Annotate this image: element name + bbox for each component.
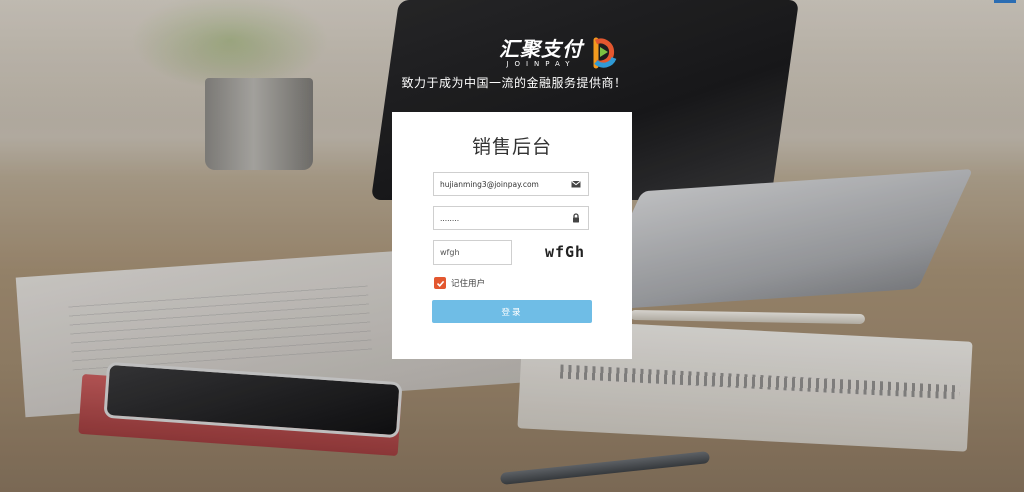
login-button[interactable]: 登录	[432, 300, 592, 323]
remember-user[interactable]: 记住用户	[434, 277, 485, 289]
corner-tab	[994, 0, 1016, 3]
captcha-input[interactable]	[440, 241, 506, 264]
remember-checkbox[interactable]	[434, 277, 446, 289]
email-input[interactable]	[440, 173, 564, 195]
login-panel: 销售后台 wfGh 记住用户 登录	[392, 112, 632, 359]
brand-logo: 汇聚支付 JOINPAY	[403, 35, 621, 71]
login-title: 销售后台	[471, 136, 552, 158]
password-input[interactable]	[440, 207, 564, 229]
password-field[interactable]	[433, 206, 589, 230]
brand-name-cn: 汇聚支付	[499, 36, 583, 61]
remember-label: 记住用户	[451, 279, 486, 289]
brand-name-en: JOINPAY	[506, 59, 576, 68]
joinpay-logo-icon	[593, 37, 617, 69]
envelope-icon	[571, 180, 581, 188]
checkmark-icon	[436, 280, 444, 287]
captcha-field[interactable]	[433, 240, 512, 265]
brand-name: 汇聚支付 JOINPAY	[499, 38, 583, 69]
brand-header: 汇聚支付 JOINPAY 致力于成为中国一流的金融服务提供商！	[0, 35, 1024, 91]
email-field[interactable]	[433, 172, 589, 196]
captcha-image[interactable]: wfGh	[537, 240, 593, 264]
lock-icon	[573, 213, 579, 223]
brand-slogan: 致力于成为中国一流的金融服务提供商！	[401, 76, 627, 90]
